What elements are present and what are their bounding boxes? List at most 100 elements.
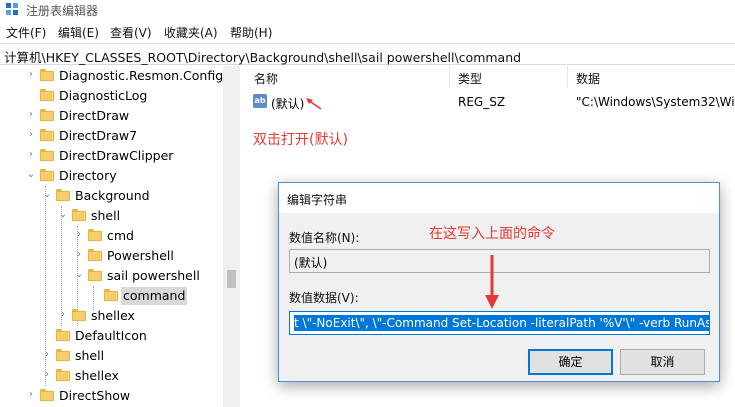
tree-scroll-thumb[interactable] [227, 270, 236, 288]
column-header-type[interactable]: 类型 [458, 70, 482, 87]
chevron-down-icon[interactable]: ⌄ [74, 270, 84, 280]
tree-item[interactable]: › DirectDrawClipper [0, 146, 222, 166]
value-name-label: 数值名称(N): [289, 231, 360, 245]
tree-item[interactable]: DiagnosticLog [0, 86, 222, 106]
column-header-data[interactable]: 数据 [576, 70, 600, 87]
folder-icon [88, 269, 102, 281]
address-bar[interactable]: 计算机\HKEY_CLASSES_ROOT\Directory\Backgrou… [0, 43, 735, 65]
tree-item[interactable]: › DirectDraw [0, 106, 222, 126]
tree-item[interactable]: › Diagnostic.Resmon.Config [0, 66, 225, 86]
chevron-right-icon[interactable]: › [58, 310, 68, 320]
address-path[interactable]: 计算机\HKEY_CLASSES_ROOT\Directory\Backgrou… [4, 47, 521, 66]
chevron-right-icon[interactable]: › [26, 150, 36, 160]
tree-item-label[interactable]: command [121, 287, 188, 305]
tree-item[interactable]: › shellex [0, 366, 222, 386]
folder-icon [40, 69, 54, 81]
chevron-right-icon[interactable]: › [42, 350, 52, 360]
tree-item-label[interactable]: Diagnostic.Resmon.Config [57, 67, 225, 85]
tree-scrollbar[interactable] [223, 66, 240, 407]
tree-item[interactable]: ⌄ sail powershell [0, 266, 222, 286]
value-data-label: 数值数据(V): [289, 291, 359, 305]
folder-icon [40, 89, 54, 101]
tree-item[interactable]: › shell [0, 346, 222, 366]
menu-file[interactable]: 文件(F) [6, 24, 46, 41]
folder-icon [40, 169, 54, 181]
folder-icon [104, 289, 118, 301]
tree-item-label[interactable]: DirectDrawClipper [57, 147, 175, 165]
tree-item-label[interactable]: DirectDraw [57, 107, 131, 125]
menu-help[interactable]: 帮助(H) [230, 24, 272, 41]
dialog-titlebar[interactable]: 编辑字符串 [279, 183, 719, 213]
value-data-input[interactable]: t \"-NoExit\", \"-Command Set-Location -… [289, 311, 710, 335]
folder-icon [56, 329, 70, 341]
tree-item-label[interactable]: shellex [73, 367, 121, 385]
tree-item-label[interactable]: shellex [89, 307, 137, 325]
tree-item-label[interactable]: Directory [57, 167, 119, 185]
arrow-annotation-icon [306, 98, 322, 110]
folder-icon [40, 129, 54, 141]
column-separator[interactable] [567, 66, 568, 88]
tree-item-label[interactable]: shell [89, 207, 122, 225]
tree-item-label[interactable]: DefaultIcon [73, 327, 149, 345]
folder-icon [88, 229, 102, 241]
chevron-down-icon[interactable]: ⌄ [58, 210, 68, 220]
tree-item[interactable]: command [0, 286, 222, 306]
chevron-down-icon[interactable]: ⌄ [26, 170, 36, 180]
folder-icon [88, 249, 102, 261]
double-click-annotation: 双击打开(默认) [253, 132, 348, 148]
dialog-title: 编辑字符串 [287, 193, 348, 207]
folder-icon [72, 309, 86, 321]
column-separator[interactable] [449, 66, 450, 88]
chevron-right-icon[interactable]: › [26, 130, 36, 140]
chevron-right-icon[interactable]: › [26, 110, 36, 120]
column-header-name[interactable]: 名称 [254, 70, 278, 87]
title-bar: 注册表编辑器 [0, 0, 735, 19]
tree-item-label[interactable]: Powershell [105, 247, 176, 265]
chevron-right-icon[interactable]: › [42, 370, 52, 380]
tree-item-label[interactable]: Background [73, 187, 152, 205]
folder-icon [56, 349, 70, 361]
tree-item[interactable]: › DirectShow [0, 386, 222, 406]
chevron-right-icon[interactable]: › [26, 70, 36, 80]
chevron-right-icon[interactable]: › [74, 250, 84, 260]
chevron-right-icon[interactable]: › [26, 390, 36, 400]
value-type[interactable]: REG_SZ [458, 95, 505, 109]
folder-icon [56, 189, 70, 201]
cancel-button[interactable]: 取消 [620, 349, 705, 375]
ok-button[interactable]: 确定 [528, 349, 613, 375]
tree-item[interactable]: DefaultIcon [0, 326, 222, 346]
tree-item-label[interactable]: DirectDraw7 [57, 127, 139, 145]
folder-icon [40, 109, 54, 121]
menu-edit[interactable]: 编辑(E) [58, 24, 99, 41]
registry-editor-icon [6, 3, 19, 16]
string-value-icon: ab [253, 94, 267, 108]
window-title: 注册表编辑器 [26, 4, 99, 18]
tree-item-label[interactable]: DirectShow [57, 387, 132, 405]
arrow-down-annotation-icon [485, 255, 499, 309]
tree-item[interactable]: › cmd [0, 226, 222, 246]
tree-item-label[interactable]: cmd [105, 227, 136, 245]
value-name[interactable]: (默认) [271, 95, 304, 112]
registry-tree[interactable]: › Diagnostic.Resmon.Config DiagnosticLog › D… [0, 66, 240, 407]
folder-icon [40, 149, 54, 161]
menu-favorites[interactable]: 收藏夹(A) [164, 24, 218, 41]
edit-string-dialog: 编辑字符串 在这写入上面的命令 数值名称(N): (默认) 数值数据(V): t… [278, 182, 720, 382]
tree-item-label[interactable]: sail powershell [105, 267, 202, 285]
tree-item[interactable]: ⌄ Background [0, 186, 222, 206]
folder-icon [56, 369, 70, 381]
chevron-down-icon[interactable]: ⌄ [42, 190, 52, 200]
tree-item[interactable]: › Powershell [0, 246, 222, 266]
tree-item-label[interactable]: DiagnosticLog [57, 87, 149, 105]
tree-item-label[interactable]: shell [73, 347, 106, 365]
tree-item[interactable]: ⌄ Directory [0, 166, 222, 186]
value-data-text[interactable]: t \"-NoExit\", \"-Command Set-Location -… [294, 315, 709, 331]
folder-icon [40, 389, 54, 401]
menu-bar: 文件(F) 编辑(E) 查看(V) 收藏夹(A) 帮助(H) [0, 22, 735, 42]
tree-item[interactable]: › DirectDraw7 [0, 126, 222, 146]
tree-item[interactable]: ⌄ shell [0, 206, 222, 226]
tree-item[interactable]: › shellex [0, 306, 222, 326]
chevron-right-icon[interactable]: › [74, 230, 84, 240]
menu-view[interactable]: 查看(V) [110, 24, 152, 41]
value-data[interactable]: "C:\Windows\System32\Wir [576, 95, 735, 109]
folder-icon [72, 209, 86, 221]
